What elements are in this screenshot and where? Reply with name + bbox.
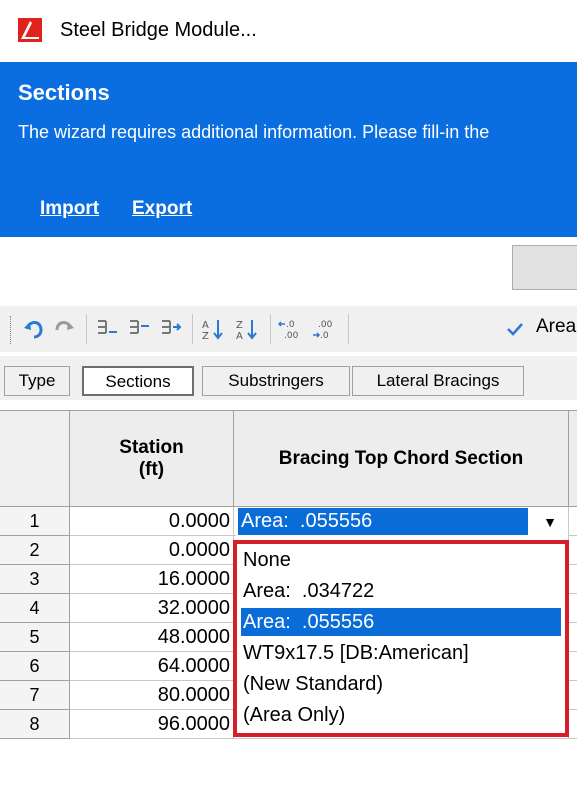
import-link[interactable]: Import — [40, 198, 99, 220]
dropdown-option[interactable]: Area: .055556 — [241, 608, 561, 636]
increase-decimal-icon[interactable]: .00.0 — [310, 314, 340, 344]
partial-button[interactable] — [512, 245, 577, 290]
toolbar-area-field[interactable]: Area: — [536, 316, 577, 338]
station-cell[interactable]: 0.0000 — [70, 507, 234, 536]
partial-cell — [569, 565, 577, 594]
dropdown-option[interactable]: (New Standard) — [241, 670, 561, 698]
bracing-combo[interactable]: Area: .055556 ▼ — [236, 508, 568, 536]
toolbar-separator — [348, 314, 349, 344]
row-number[interactable]: 2 — [0, 536, 70, 565]
sort-descending-icon[interactable]: ZA — [232, 314, 262, 344]
tab-sections[interactable]: Sections — [82, 366, 194, 396]
row-number[interactable]: 6 — [0, 652, 70, 681]
toolbar-separator — [270, 314, 271, 344]
insert-row-above-icon[interactable] — [92, 314, 122, 344]
redo-icon[interactable] — [50, 314, 80, 344]
svg-text:A: A — [236, 331, 243, 341]
wizard-banner: Sections The wizard requires additional … — [0, 62, 577, 237]
app-logo-icon — [18, 18, 42, 42]
row-number[interactable]: 5 — [0, 623, 70, 652]
row-number[interactable]: 3 — [0, 565, 70, 594]
tab-substringers[interactable]: Substringers — [202, 366, 350, 396]
svg-text:.0: .0 — [320, 331, 329, 341]
row-number[interactable]: 8 — [0, 710, 70, 739]
dropdown-option[interactable]: WT9x17.5 [DB:American] — [241, 639, 561, 667]
check-icon[interactable] — [500, 314, 530, 344]
svg-text:A: A — [202, 320, 209, 331]
grid-toolbar: AZ ZA .0.00 .00.0 Area: — [0, 306, 577, 352]
dropdown-option[interactable]: None — [241, 546, 561, 574]
partial-cell — [569, 681, 577, 710]
station-cell[interactable]: 0.0000 — [70, 536, 234, 565]
dropdown-option[interactable]: (Area Only) — [241, 701, 561, 729]
station-cell[interactable]: 16.0000 — [70, 565, 234, 594]
station-cell[interactable]: 32.0000 — [70, 594, 234, 623]
column-header-partial — [569, 410, 577, 507]
station-cell[interactable]: 64.0000 — [70, 652, 234, 681]
window-title: Steel Bridge Module... — [60, 19, 257, 41]
column-header-station[interactable]: Station (ft) — [70, 410, 234, 507]
banner-heading: Sections — [18, 80, 110, 105]
svg-text:Z: Z — [236, 320, 243, 331]
row-number[interactable]: 7 — [0, 681, 70, 710]
title-bar: Steel Bridge Module... — [0, 0, 577, 62]
toolbar-separator — [86, 314, 87, 344]
insert-row-below-icon[interactable] — [124, 314, 154, 344]
banner-description: The wizard requires additional informati… — [18, 122, 490, 142]
dropdown-option[interactable]: Area: .034722 — [241, 577, 561, 605]
svg-text:Z: Z — [202, 331, 209, 341]
tab-bar: Type Sections Substringers Lateral Braci… — [0, 356, 577, 400]
combo-selected-value[interactable]: Area: .055556 — [238, 508, 528, 535]
toolbar-separator — [192, 314, 193, 344]
tab-type[interactable]: Type — [4, 366, 70, 396]
sort-ascending-icon[interactable]: AZ — [198, 314, 228, 344]
row-number[interactable]: 4 — [0, 594, 70, 623]
undo-icon[interactable] — [18, 314, 48, 344]
row-number[interactable]: 1 — [0, 507, 70, 536]
partial-cell — [569, 507, 577, 536]
tab-lateral-bracings[interactable]: Lateral Bracings — [352, 366, 524, 396]
grid-corner — [0, 410, 70, 507]
partial-cell — [569, 652, 577, 681]
partial-cell — [569, 594, 577, 623]
append-row-icon[interactable] — [156, 314, 186, 344]
station-cell[interactable]: 48.0000 — [70, 623, 234, 652]
station-cell[interactable]: 80.0000 — [70, 681, 234, 710]
svg-text:.00: .00 — [318, 320, 333, 330]
station-cell[interactable]: 96.0000 — [70, 710, 234, 739]
bracing-dropdown-list: None Area: .034722 Area: .055556 WT9x17.5 [… — [233, 540, 569, 737]
export-link[interactable]: Export — [132, 198, 192, 220]
partial-cell — [569, 623, 577, 652]
chevron-down-icon[interactable]: ▼ — [536, 508, 564, 536]
partial-cell — [569, 536, 577, 565]
svg-text:.00: .00 — [284, 331, 299, 341]
partial-cell — [569, 710, 577, 739]
decrease-decimal-icon[interactable]: .0.00 — [276, 314, 306, 344]
svg-text:.0: .0 — [286, 320, 295, 330]
toolbar-grip — [10, 316, 12, 344]
column-header-bracing-top-chord[interactable]: Bracing Top Chord Section — [234, 410, 569, 507]
